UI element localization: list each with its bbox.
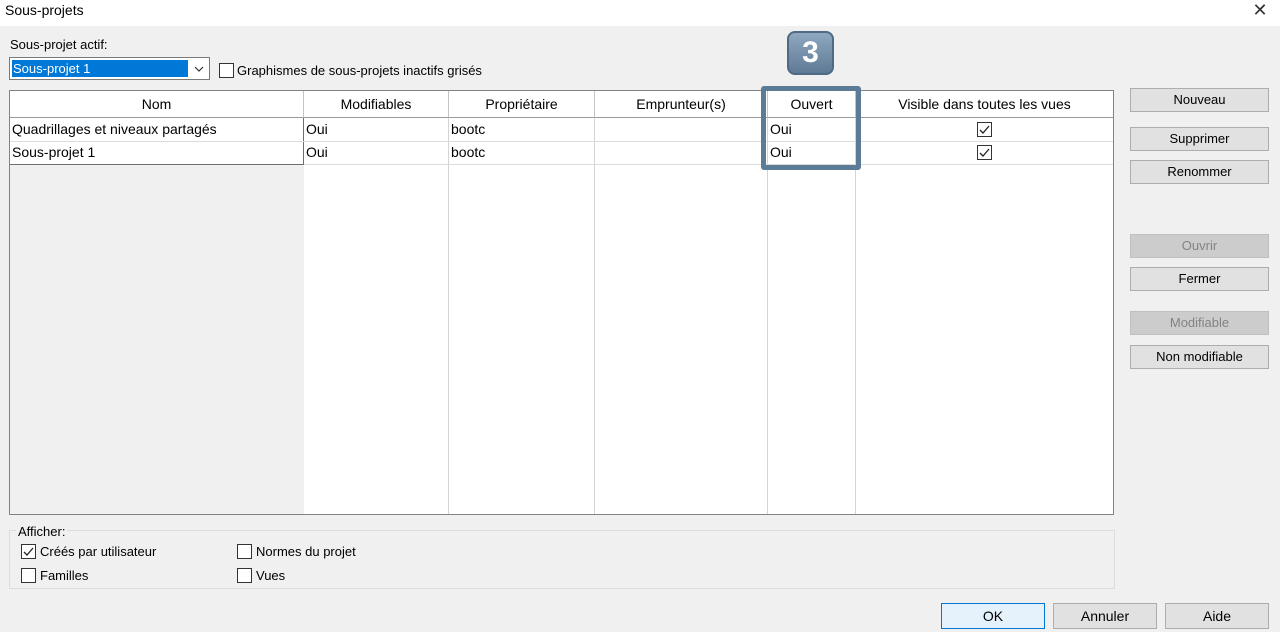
project-standards-label: Normes du projet	[256, 544, 356, 559]
header-borrowers[interactable]: Emprunteur(s)	[595, 91, 768, 118]
grey-inactive-label: Graphismes de sous-projets inactifs gris…	[237, 63, 482, 78]
header-visible-all-views[interactable]: Visible dans toutes les vues	[856, 91, 1113, 118]
name-column-empty-area	[10, 164, 304, 514]
user-created-checkbox[interactable]	[21, 544, 36, 559]
row-2-editable[interactable]: Oui	[306, 141, 328, 163]
user-created-label: Créés par utilisateur	[40, 544, 157, 559]
row-1-editable[interactable]: Oui	[306, 118, 328, 140]
close-icon[interactable]: ✕	[1250, 0, 1270, 20]
open-column-highlight	[761, 86, 861, 170]
close-button[interactable]: Fermer	[1130, 267, 1269, 291]
column-divider	[767, 118, 768, 514]
help-button[interactable]: Aide	[1165, 603, 1269, 629]
row-2-owner: bootc	[451, 144, 486, 160]
header-editable[interactable]: Modifiables	[304, 91, 449, 118]
row-1-visible-checkbox[interactable]	[977, 122, 992, 137]
window-title: Sous-projets	[5, 2, 84, 18]
active-subproject-value: Sous-projet 1	[12, 60, 188, 77]
title-bar	[0, 0, 1280, 26]
row-1-name[interactable]: Quadrillages et niveaux partagés	[12, 118, 217, 140]
show-group	[9, 530, 1115, 589]
row-divider	[304, 164, 1113, 165]
editable-button[interactable]: Modifiable	[1130, 311, 1269, 335]
column-divider	[448, 118, 449, 514]
rename-button[interactable]: Renommer	[1130, 160, 1269, 184]
row-1-owner: bootc	[451, 121, 486, 137]
column-divider	[594, 118, 595, 514]
views-label: Vues	[256, 568, 286, 583]
families-checkbox[interactable]	[21, 568, 36, 583]
header-owner[interactable]: Propriétaire	[449, 91, 595, 118]
active-subproject-label: Sous-projet actif:	[10, 37, 108, 52]
ok-button[interactable]: OK	[941, 603, 1045, 629]
delete-button[interactable]: Supprimer	[1130, 127, 1269, 151]
row-divider	[304, 141, 1113, 142]
step-number-badge: 3	[787, 31, 834, 75]
row-2-name[interactable]: Sous-projet 1	[12, 141, 95, 163]
project-standards-checkbox[interactable]	[237, 544, 252, 559]
row-2-visible-checkbox[interactable]	[977, 145, 992, 160]
chevron-down-icon[interactable]	[191, 59, 207, 78]
cancel-button[interactable]: Annuler	[1053, 603, 1157, 629]
active-subproject-dropdown[interactable]: Sous-projet 1	[9, 57, 210, 80]
subprojects-table: Nom Modifiables Propriétaire Emprunteur(…	[9, 90, 1114, 515]
header-name[interactable]: Nom	[10, 91, 304, 118]
families-label: Familles	[40, 568, 89, 583]
non-editable-button[interactable]: Non modifiable	[1130, 345, 1269, 369]
show-group-label: Afficher:	[16, 524, 68, 539]
grey-inactive-checkbox[interactable]	[219, 63, 234, 78]
new-button[interactable]: Nouveau	[1130, 88, 1269, 112]
views-checkbox[interactable]	[237, 568, 252, 583]
open-button[interactable]: Ouvrir	[1130, 234, 1269, 258]
column-divider	[855, 118, 856, 514]
